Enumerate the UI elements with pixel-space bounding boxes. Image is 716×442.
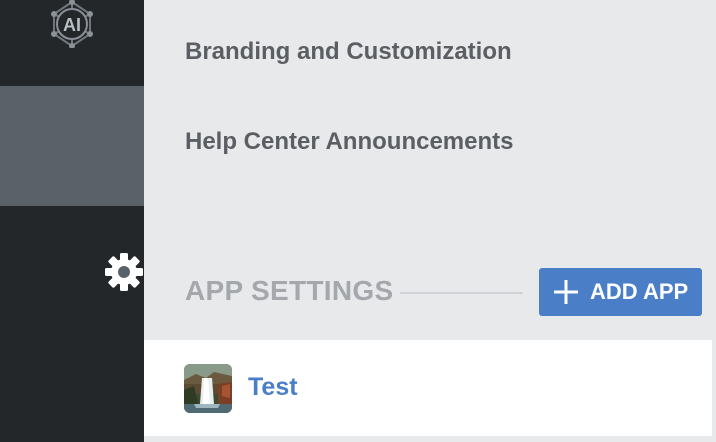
- app-name-link[interactable]: Test: [248, 373, 298, 402]
- app-thumbnail-waterfall: [184, 364, 232, 413]
- app-window: AI Branding and Customization Help Cente…: [0, 0, 716, 442]
- logo-text: AI: [63, 15, 81, 35]
- app-list: Test: [144, 340, 712, 436]
- add-app-label: ADD APP: [590, 279, 689, 304]
- add-app-button[interactable]: ADD APP: [539, 268, 702, 316]
- sidebar-item-settings[interactable]: [0, 86, 144, 291]
- section-title-app-settings: APP SETTINGS: [185, 275, 394, 306]
- ai-network-logo-icon[interactable]: AI: [46, 0, 98, 49]
- menu-link-help-center-announcements[interactable]: Help Center Announcements: [185, 128, 514, 156]
- list-bottom-border: [144, 436, 716, 442]
- plus-icon: [553, 279, 579, 305]
- menu-link-branding[interactable]: Branding and Customization: [185, 38, 512, 66]
- gear-icon: [52, 126, 143, 291]
- section-divider: [400, 292, 523, 294]
- sidebar: AI: [0, 0, 144, 442]
- app-row-test[interactable]: Test: [144, 340, 712, 436]
- settings-main: Branding and Customization Help Center A…: [144, 0, 716, 442]
